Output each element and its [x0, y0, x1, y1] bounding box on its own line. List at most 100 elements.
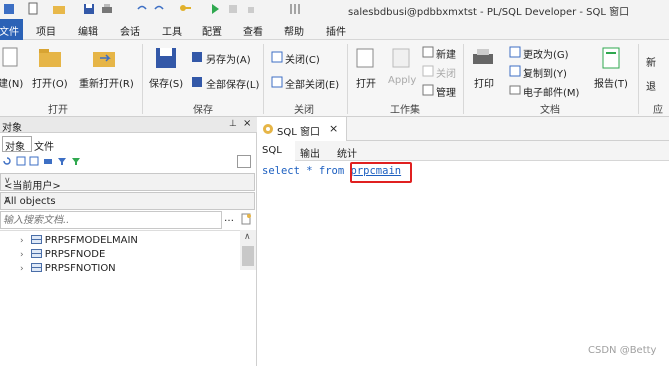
menu-project[interactable]: 项目	[36, 23, 56, 38]
close-button[interactable]: 关闭(C)	[285, 51, 320, 66]
new-file-icon[interactable]	[26, 2, 40, 16]
workset-new-icon[interactable]	[422, 46, 434, 61]
refresh-icon[interactable]	[2, 156, 12, 169]
workset-open-button[interactable]: 打开	[356, 75, 376, 90]
more-icon[interactable]: …	[224, 213, 234, 224]
report-icon[interactable]	[600, 46, 622, 73]
title-bar: salesbdbusi@pdbbxmxtst - PL/SQL Develope…	[0, 0, 669, 19]
menu-file[interactable]: 文件	[0, 19, 23, 40]
undo-icon[interactable]	[135, 2, 149, 16]
app-icon	[2, 2, 16, 16]
close-all-button[interactable]: 全部关闭(E)	[285, 76, 339, 91]
reopen-icon[interactable]	[92, 46, 118, 73]
filter-combo[interactable]: All objects ∨	[0, 192, 255, 210]
sql-window-tab-label: SQL 窗口	[277, 127, 320, 138]
report-button[interactable]: 报告(T)	[594, 75, 628, 90]
email-button[interactable]: 电子邮件(M)	[523, 84, 579, 99]
sql-window-tab[interactable]: SQL 窗口 ×	[257, 117, 347, 141]
close-doc-icon[interactable]	[271, 51, 283, 66]
tree-scrollbar[interactable]: ∧	[240, 230, 256, 270]
tab-objects[interactable]: 对象	[2, 136, 32, 153]
object-panel-header: 对象 ⊥ ×	[0, 117, 257, 134]
tree-row[interactable]: › PRPSFNOTION	[20, 263, 116, 274]
email-icon[interactable]	[509, 84, 521, 99]
commit-icon[interactable]	[244, 2, 258, 16]
extra-new-button[interactable]: 新	[646, 54, 656, 69]
expand-icon[interactable]	[16, 156, 26, 169]
object-toolbar	[0, 154, 257, 170]
run-icon[interactable]	[208, 2, 222, 16]
subtab-stats[interactable]: 统计	[337, 145, 357, 160]
tree-item-label: PRPSFMODELMAIN	[44, 235, 138, 246]
open-button[interactable]: 打开(O)	[32, 75, 68, 90]
menu-plugins[interactable]: 插件	[326, 23, 346, 38]
menu-bar: 文件 项目 编辑 会话 工具 配置 查看 帮助 插件	[0, 19, 669, 40]
menu-view[interactable]: 查看	[243, 23, 263, 38]
print-button[interactable]: 打印	[474, 75, 494, 90]
subtab-output[interactable]: 输出	[300, 145, 320, 160]
search-input[interactable]	[0, 211, 222, 229]
open-icon[interactable]	[38, 46, 64, 73]
filter-icon[interactable]	[57, 156, 67, 169]
menu-session[interactable]: 会话	[120, 23, 140, 38]
menu-edit[interactable]: 编辑	[78, 23, 98, 38]
user-combo[interactable]: <当前用户> ∨	[0, 173, 255, 192]
workset-apply-button[interactable]: Apply	[388, 75, 416, 86]
group-divider	[142, 44, 143, 114]
save-as-button[interactable]: 另存为(A)	[206, 51, 251, 66]
menu-help[interactable]: 帮助	[284, 23, 304, 38]
close-tab-icon[interactable]: ×	[329, 122, 338, 135]
close-panel-icon[interactable]: ×	[243, 118, 251, 129]
menu-config[interactable]: 配置	[202, 23, 222, 38]
close-all-icon[interactable]	[271, 76, 283, 91]
new-doc-icon[interactable]	[2, 46, 20, 73]
extra-back-button[interactable]: 退	[646, 78, 656, 93]
filter-edit-icon[interactable]	[71, 156, 81, 169]
save-all-icon[interactable]	[191, 76, 203, 91]
print-icon[interactable]	[100, 2, 114, 16]
save-big-icon[interactable]	[154, 46, 178, 73]
print-big-icon[interactable]	[471, 46, 495, 73]
key-icon[interactable]	[178, 2, 192, 16]
menu-tools[interactable]: 工具	[162, 23, 182, 38]
scroll-up-icon[interactable]: ∧	[244, 232, 251, 242]
table-icon	[30, 235, 42, 244]
reopen-button[interactable]: 重新打开(R)	[79, 75, 134, 90]
save-all-button[interactable]: 全部保存(L)	[206, 76, 259, 91]
subtab-sql[interactable]: SQL	[262, 145, 282, 156]
chevron-right-icon[interactable]: ›	[20, 236, 24, 246]
workset-apply-icon[interactable]	[391, 46, 411, 73]
workset-open-icon[interactable]	[355, 46, 375, 73]
workset-close-icon[interactable]	[422, 65, 434, 80]
toolbar-grid-icon[interactable]	[288, 2, 302, 16]
pin-icon[interactable]: ⊥	[229, 119, 237, 129]
workset-close-button[interactable]: 关闭	[436, 65, 456, 80]
save-button[interactable]: 保存(S)	[149, 75, 183, 90]
workset-manage-icon[interactable]	[422, 84, 434, 99]
group-save-label: 保存	[193, 105, 213, 116]
scrollbar-thumb[interactable]	[242, 246, 254, 266]
open-folder-icon[interactable]	[52, 2, 66, 16]
save-as-icon[interactable]	[191, 51, 203, 66]
change-to-icon[interactable]	[509, 46, 521, 61]
redo-icon[interactable]	[152, 2, 166, 16]
collapse-icon[interactable]	[29, 156, 39, 169]
tab-files[interactable]: 文件	[34, 138, 54, 153]
chevron-right-icon[interactable]: ›	[20, 250, 24, 260]
copy-to-button[interactable]: 复制到(Y)	[523, 65, 567, 80]
tree-row[interactable]: › PRPSFNODE	[20, 249, 105, 260]
change-to-button[interactable]: 更改为(G)	[523, 46, 569, 61]
break-icon[interactable]	[226, 2, 240, 16]
ribbon: 建(N) 打开(O) 重新打开(R) 打开 保存(S) 另存为(A) 全部保存(…	[0, 40, 669, 117]
save-icon[interactable]	[82, 2, 96, 16]
new-button[interactable]: 建(N)	[0, 75, 23, 90]
find-icon[interactable]	[43, 156, 53, 169]
toggle-box[interactable]	[237, 155, 251, 168]
tree-row[interactable]: › PRPSFMODELMAIN	[20, 235, 138, 246]
workset-manage-button[interactable]: 管理	[436, 84, 456, 99]
workset-new-button[interactable]: 新建	[436, 46, 456, 61]
chevron-right-icon[interactable]: ›	[20, 264, 24, 274]
tree-item-label: PRPSFNOTION	[44, 263, 116, 274]
copy-to-icon[interactable]	[509, 65, 521, 80]
new-search-icon[interactable]	[240, 213, 252, 228]
